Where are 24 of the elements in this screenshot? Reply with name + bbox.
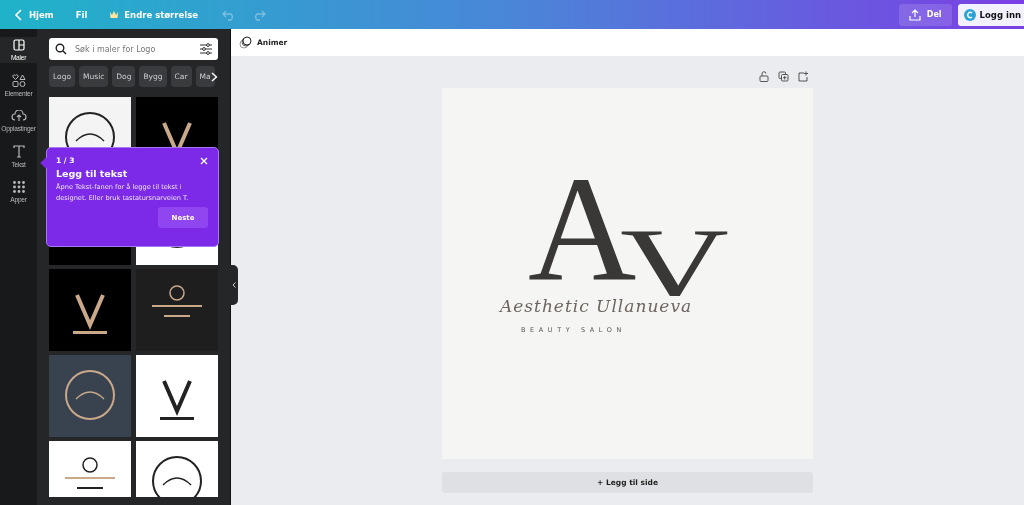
grid-icon bbox=[12, 181, 25, 193]
collapse-handle[interactable] bbox=[230, 265, 238, 305]
search-icon bbox=[55, 43, 67, 55]
text-icon bbox=[12, 145, 25, 158]
upload-icon bbox=[908, 8, 921, 21]
crown-icon bbox=[109, 10, 120, 19]
tooltip-title: Legg til tekst bbox=[56, 168, 129, 179]
chevron-left-icon bbox=[14, 8, 24, 21]
circles-icon bbox=[239, 36, 252, 49]
chevron-right-icon[interactable] bbox=[211, 72, 218, 82]
share-button[interactable]: Del bbox=[898, 3, 952, 26]
login-button[interactable]: Logg inn bbox=[957, 3, 1024, 26]
close-icon[interactable] bbox=[200, 156, 208, 165]
logo-icon bbox=[963, 8, 976, 21]
lock-icon[interactable] bbox=[759, 71, 769, 82]
layout-icon bbox=[12, 39, 25, 51]
filter-icon[interactable] bbox=[200, 43, 212, 55]
add-page-icon[interactable] bbox=[798, 71, 809, 82]
search-input[interactable]: Søk i maler for Logo bbox=[73, 43, 194, 55]
shapes-icon bbox=[11, 74, 26, 87]
chevron-left-icon bbox=[232, 282, 236, 288]
duplicate-icon[interactable] bbox=[778, 71, 789, 82]
cloud-upload-icon bbox=[10, 110, 27, 122]
search-field[interactable]: Søk i maler for Logo bbox=[49, 38, 218, 60]
